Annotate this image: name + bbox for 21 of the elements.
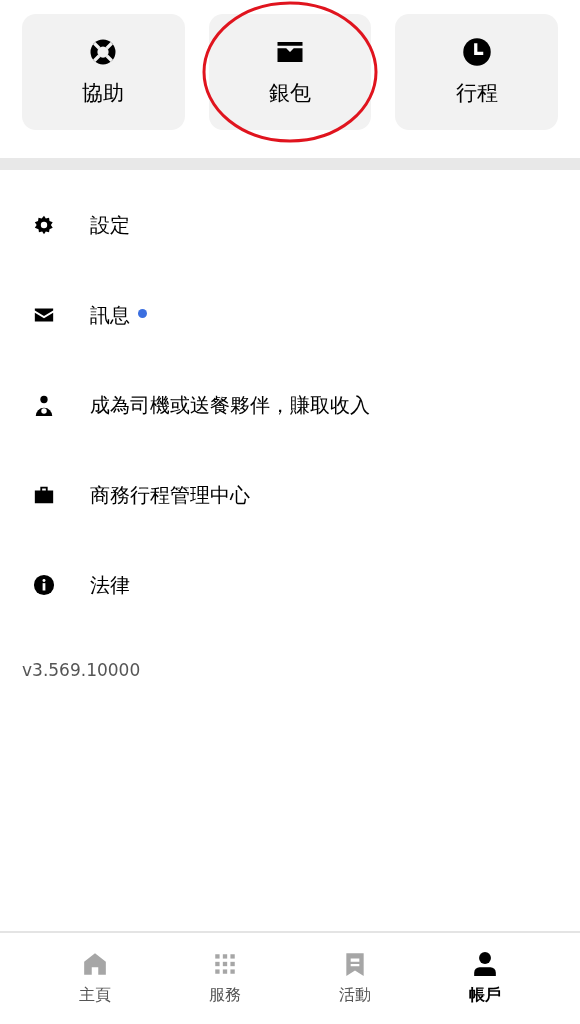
nav-tab[interactable]: 服務: [160, 951, 290, 1006]
nav-tab[interactable]: 主頁: [30, 951, 160, 1006]
menu-item[interactable]: 成為司機或送餐夥伴，賺取收入: [90, 391, 370, 419]
version-text: v3.569.10000: [21, 659, 142, 680]
home-icon: [82, 951, 108, 977]
person-icon: [472, 951, 498, 977]
info-icon: [33, 574, 55, 596]
nav-tab[interactable]: 活動: [290, 951, 420, 1006]
nav-tab[interactable]: 帳戶: [420, 951, 550, 1006]
grid-icon: [212, 951, 238, 977]
shortcut-tile[interactable]: 協助: [22, 14, 185, 130]
menu-item[interactable]: 商務行程管理中心: [90, 481, 250, 509]
gear-icon: [33, 214, 55, 236]
driver-icon: [33, 394, 55, 416]
menu-item[interactable]: 設定: [90, 211, 130, 239]
briefcase-icon: [33, 484, 55, 506]
menu-item[interactable]: 訊息: [90, 301, 130, 329]
clock-icon: [461, 37, 492, 67]
shortcut-tile[interactable]: 行程: [395, 14, 558, 130]
menu-item[interactable]: 法律: [90, 571, 130, 599]
shortcut-tile[interactable]: 銀包: [208, 14, 372, 130]
